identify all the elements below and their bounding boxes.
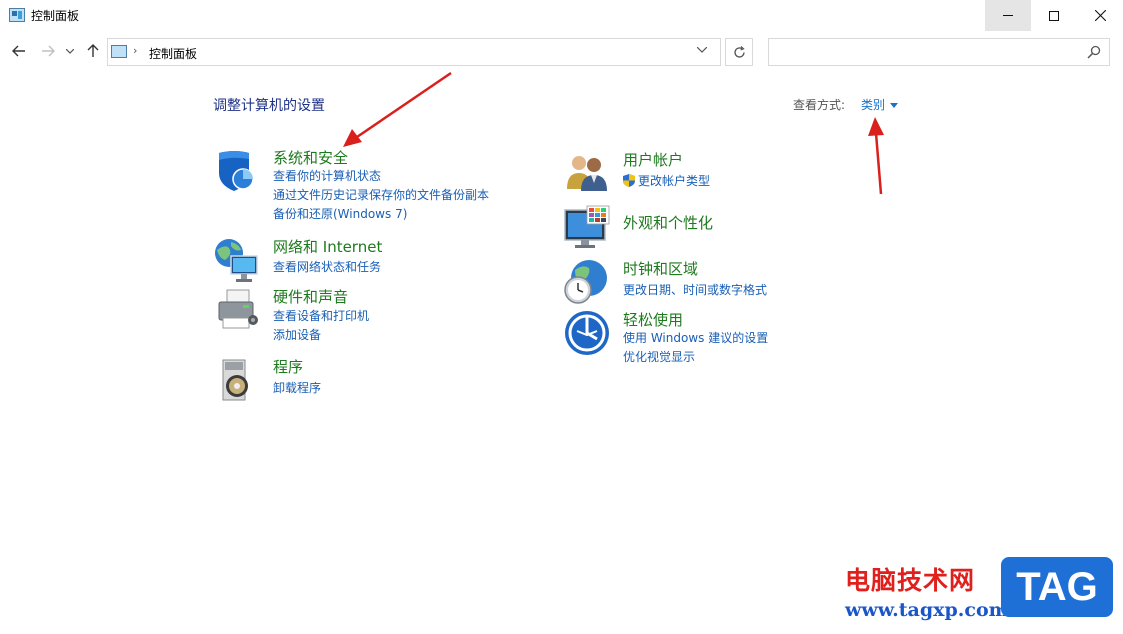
link-add-device[interactable]: 添加设备 [273, 326, 321, 343]
link-view-computer-status[interactable]: 查看你的计算机状态 [273, 167, 381, 184]
up-button[interactable] [83, 40, 103, 62]
link-backup-restore[interactable]: 备份和还原(Windows 7) [273, 205, 407, 222]
clock-globe-icon[interactable] [563, 258, 611, 306]
users-icon[interactable] [563, 149, 611, 197]
link-recommended-settings[interactable]: 使用 Windows 建议的设置 [623, 329, 768, 346]
link-uninstall-program[interactable]: 卸载程序 [273, 379, 321, 396]
navigation-bar: › 控制面板 [0, 31, 1123, 71]
up-arrow-icon [87, 44, 99, 57]
category-programs: 程序 卸载程序 [213, 356, 533, 401]
ease-of-access-icon[interactable] [563, 309, 611, 357]
control-panel-icon [111, 45, 127, 58]
link-change-date-time-format[interactable]: 更改日期、时间或数字格式 [623, 281, 767, 298]
view-by-label: 查看方式: [793, 98, 846, 112]
category-appearance-personalization: 外观和个性化 [563, 204, 883, 252]
annotation-arrow-system-security [356, 71, 452, 139]
address-bar[interactable]: › 控制面板 [107, 38, 721, 66]
minimize-button[interactable] [985, 0, 1031, 31]
view-by-value[interactable]: 类别 [861, 98, 885, 112]
monitor-palette-icon[interactable] [563, 204, 611, 252]
printer-icon[interactable] [213, 286, 261, 334]
link-change-account-type[interactable]: 更改帐户类型 [623, 172, 710, 189]
category-title[interactable]: 系统和安全 [273, 147, 348, 168]
network-globe-icon[interactable] [213, 236, 261, 284]
watermark-site-name: 电脑技术网 [845, 566, 976, 595]
category-hardware-sound: 硬件和声音 查看设备和打印机 添加设备 [213, 286, 533, 346]
back-button[interactable] [9, 40, 29, 62]
close-button[interactable] [1077, 0, 1123, 31]
forward-button[interactable] [38, 40, 58, 62]
category-title[interactable]: 程序 [273, 356, 303, 377]
arrowhead-icon [868, 117, 884, 136]
refresh-button[interactable] [725, 38, 753, 66]
category-title[interactable]: 轻松使用 [623, 309, 683, 330]
category-clock-region: 时钟和区域 更改日期、时间或数字格式 [563, 258, 883, 306]
watermark-badge: TAG [1001, 557, 1113, 617]
address-dropdown-button[interactable] [696, 45, 708, 56]
title-bar: 控制面板 [0, 0, 1123, 31]
programs-disc-icon[interactable] [213, 356, 261, 404]
link-file-history-backup[interactable]: 通过文件历史记录保存你的文件备份副本 [273, 186, 489, 203]
search-icon [1087, 45, 1101, 59]
category-title[interactable]: 网络和 Internet [273, 236, 382, 257]
category-system-security: 系统和安全 查看你的计算机状态 通过文件历史记录保存你的文件备份副本 备份和还原… [213, 147, 533, 222]
annotation-arrows [343, 71, 884, 195]
maximize-button[interactable] [1031, 0, 1077, 31]
maximize-icon [1049, 10, 1059, 21]
forward-arrow-icon [42, 45, 55, 57]
breadcrumb-separator-icon[interactable]: › [133, 44, 137, 57]
minimize-icon [1003, 15, 1013, 16]
control-panel-icon [9, 8, 25, 22]
close-icon [1094, 10, 1106, 21]
caret-down-icon[interactable] [890, 103, 899, 108]
page-heading: 调整计算机的设置 [213, 98, 325, 114]
link-devices-printers[interactable]: 查看设备和打印机 [273, 307, 369, 324]
category-title[interactable]: 用户帐户 [623, 149, 683, 170]
view-by-dropdown[interactable]: 类别 [861, 96, 899, 113]
category-title[interactable]: 外观和个性化 [623, 212, 713, 233]
category-ease-of-access: 轻松使用 使用 Windows 建议的设置 优化视觉显示 [563, 309, 883, 369]
link-network-status[interactable]: 查看网络状态和任务 [273, 258, 381, 275]
breadcrumb-control-panel[interactable]: 控制面板 [149, 45, 197, 62]
category-network-internet: 网络和 Internet 查看网络状态和任务 [213, 236, 533, 284]
search-input[interactable] [768, 38, 1110, 66]
category-user-accounts: 用户帐户 更改帐户类型 [563, 149, 883, 194]
category-title[interactable]: 硬件和声音 [273, 286, 348, 307]
recent-locations-button[interactable] [63, 40, 77, 62]
window-title: 控制面板 [31, 9, 80, 23]
shield-icon[interactable] [213, 147, 261, 195]
category-title[interactable]: 时钟和区域 [623, 258, 698, 279]
link-text[interactable]: 更改帐户类型 [638, 174, 710, 188]
arrowhead-icon [343, 129, 362, 147]
refresh-icon [733, 45, 745, 58]
watermark-url: www.tagxp.com [845, 599, 1009, 621]
link-optimize-visual-display[interactable]: 优化视觉显示 [623, 348, 695, 365]
chevron-down-icon [696, 46, 708, 53]
chevron-down-icon [66, 48, 74, 54]
back-arrow-icon [12, 45, 25, 57]
uac-shield-icon [623, 174, 635, 187]
